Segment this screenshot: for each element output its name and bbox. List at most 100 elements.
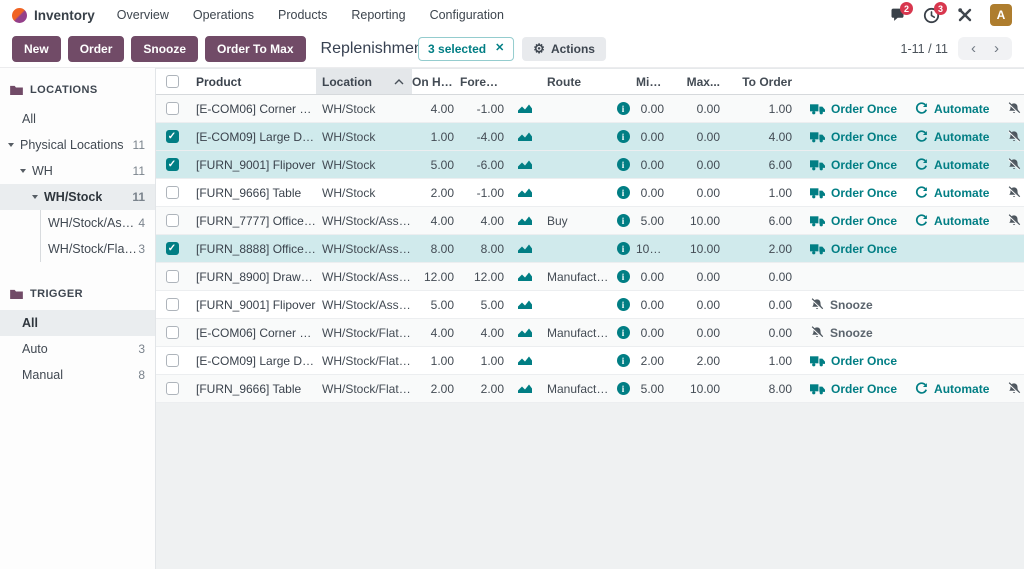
info-icon[interactable]: i: [610, 102, 636, 115]
caret-down-icon[interactable]: [32, 195, 38, 199]
menu-configuration[interactable]: Configuration: [430, 8, 504, 22]
table-row[interactable]: ✓[FURN_9001] FlipoverWH/Stock5.00-6.00i0…: [156, 151, 1024, 179]
table-row[interactable]: [FURN_9666] TableWH/Stock2.00-1.00i0.000…: [156, 179, 1024, 207]
table-row[interactable]: [FURN_9001] FlipoverWH/Stock/Asse...5.00…: [156, 291, 1024, 319]
to-order-cell[interactable]: 1.00: [728, 102, 800, 116]
sidebar-item-wh-stock[interactable]: WH/Stock11: [0, 184, 155, 210]
new-button[interactable]: New: [12, 36, 61, 62]
product-cell[interactable]: [E-COM09] Large Desk: [188, 354, 316, 368]
automate-button[interactable]: Automate: [915, 102, 989, 116]
row-checkbox[interactable]: [156, 326, 188, 339]
table-row[interactable]: [FURN_8900] Drawer BlackWH/Stock/Asse...…: [156, 263, 1024, 291]
product-cell[interactable]: [FURN_9001] Flipover: [188, 158, 316, 172]
to-order-cell[interactable]: 6.00: [728, 158, 800, 172]
app-brand[interactable]: Inventory: [12, 8, 95, 23]
snooze-button[interactable]: Snooze: [131, 36, 198, 62]
snooze-button[interactable]: Snooze: [1007, 102, 1024, 116]
pager-next-button[interactable]: ›: [985, 39, 1008, 58]
row-checkbox[interactable]: [156, 354, 188, 367]
product-cell[interactable]: [E-COM09] Large Desk: [188, 130, 316, 144]
row-checkbox[interactable]: [156, 270, 188, 283]
info-icon[interactable]: i: [610, 270, 636, 283]
column-header-forecast[interactable]: Forecast: [460, 75, 510, 89]
info-icon[interactable]: i: [610, 326, 636, 339]
column-header-product[interactable]: Product: [188, 75, 316, 89]
snooze-button[interactable]: Snooze: [1007, 130, 1024, 144]
info-icon[interactable]: i: [610, 298, 636, 311]
column-header-location[interactable]: Location: [316, 69, 412, 94]
product-cell[interactable]: [FURN_9666] Table: [188, 186, 316, 200]
automate-button[interactable]: Automate: [915, 382, 989, 396]
product-cell[interactable]: [FURN_7777] Office Chair: [188, 214, 316, 228]
product-cell[interactable]: [FURN_8888] Office Lamp: [188, 242, 316, 256]
automate-button[interactable]: Automate: [915, 214, 989, 228]
info-icon[interactable]: i: [610, 382, 636, 395]
row-checkbox[interactable]: [156, 382, 188, 395]
snooze-button[interactable]: Snooze: [1007, 158, 1024, 172]
user-avatar[interactable]: A: [990, 4, 1012, 26]
tools-icon[interactable]: [956, 6, 974, 24]
row-checkbox[interactable]: ✓: [156, 242, 188, 255]
row-checkbox[interactable]: [156, 298, 188, 311]
info-icon[interactable]: i: [610, 186, 636, 199]
table-row[interactable]: [E-COM06] Corner Desk ...WH/Stock4.00-1.…: [156, 95, 1024, 123]
column-header-on-hand[interactable]: On Hand: [412, 75, 460, 89]
sidebar-item-physical-locations[interactable]: Physical Locations11: [0, 132, 155, 158]
forecast-chart-button[interactable]: [510, 103, 540, 114]
to-order-cell[interactable]: 1.00: [728, 186, 800, 200]
product-cell[interactable]: [FURN_9666] Table: [188, 382, 316, 396]
order-once-button[interactable]: Order Once: [810, 130, 897, 144]
sidebar-item-wh-stock-asse-[interactable]: WH/Stock/Asse...4: [41, 210, 155, 236]
forecast-chart-button[interactable]: [510, 327, 540, 338]
product-cell[interactable]: [E-COM06] Corner Desk ...: [188, 326, 316, 340]
column-header-min[interactable]: Min ...: [636, 75, 670, 89]
snooze-button[interactable]: Snooze: [810, 326, 873, 340]
order-once-button[interactable]: Order Once: [810, 382, 897, 396]
sidebar-item-manual[interactable]: Manual8: [0, 362, 155, 388]
sidebar-item-all[interactable]: All: [0, 106, 155, 132]
table-row[interactable]: [E-COM09] Large DeskWH/Stock/Flat P...1.…: [156, 347, 1024, 375]
row-checkbox[interactable]: ✓: [156, 158, 188, 171]
pager-prev-button[interactable]: ‹: [962, 39, 985, 58]
snooze-button[interactable]: Snooze: [1007, 186, 1024, 200]
table-row[interactable]: [FURN_7777] Office ChairWH/Stock/Asse...…: [156, 207, 1024, 235]
sidebar-item-all[interactable]: All: [0, 310, 155, 336]
info-icon[interactable]: i: [610, 214, 636, 227]
order-once-button[interactable]: Order Once: [810, 214, 897, 228]
forecast-chart-button[interactable]: [510, 271, 540, 282]
info-icon[interactable]: i: [610, 242, 636, 255]
forecast-chart-button[interactable]: [510, 383, 540, 394]
menu-reporting[interactable]: Reporting: [351, 8, 405, 22]
menu-operations[interactable]: Operations: [193, 8, 254, 22]
to-order-cell[interactable]: 6.00: [728, 214, 800, 228]
to-order-cell[interactable]: 8.00: [728, 382, 800, 396]
product-cell[interactable]: [FURN_8900] Drawer Black: [188, 270, 316, 284]
select-all-checkbox[interactable]: [156, 75, 188, 88]
actions-button[interactable]: ⚙ Actions: [522, 37, 606, 61]
sidebar-item-wh-stock-flat-p-[interactable]: WH/Stock/Flat P...3: [41, 236, 155, 262]
to-order-cell[interactable]: 4.00: [728, 130, 800, 144]
snooze-button[interactable]: Snooze: [1007, 214, 1024, 228]
column-header-route[interactable]: Route: [540, 75, 610, 89]
forecast-chart-button[interactable]: [510, 215, 540, 226]
to-order-cell[interactable]: 0.00: [728, 326, 800, 340]
row-checkbox[interactable]: ✓: [156, 130, 188, 143]
info-icon[interactable]: i: [610, 158, 636, 171]
info-icon[interactable]: i: [610, 130, 636, 143]
product-cell[interactable]: [FURN_9001] Flipover: [188, 298, 316, 312]
order-once-button[interactable]: Order Once: [810, 242, 897, 256]
forecast-chart-button[interactable]: [510, 299, 540, 310]
forecast-chart-button[interactable]: [510, 187, 540, 198]
order-once-button[interactable]: Order Once: [810, 186, 897, 200]
automate-button[interactable]: Automate: [915, 158, 989, 172]
caret-down-icon[interactable]: [20, 169, 26, 173]
order-once-button[interactable]: Order Once: [810, 158, 897, 172]
activities-icon[interactable]: 3: [922, 6, 940, 24]
table-row[interactable]: ✓[FURN_8888] Office LampWH/Stock/Asse...…: [156, 235, 1024, 263]
clear-selection-icon[interactable]: ✕: [495, 43, 504, 54]
messages-icon[interactable]: 2: [888, 6, 906, 24]
sidebar-item-auto[interactable]: Auto3: [0, 336, 155, 362]
to-order-cell[interactable]: 0.00: [728, 298, 800, 312]
order-button[interactable]: Order: [68, 36, 125, 62]
order-to-max-button[interactable]: Order To Max: [205, 36, 305, 62]
